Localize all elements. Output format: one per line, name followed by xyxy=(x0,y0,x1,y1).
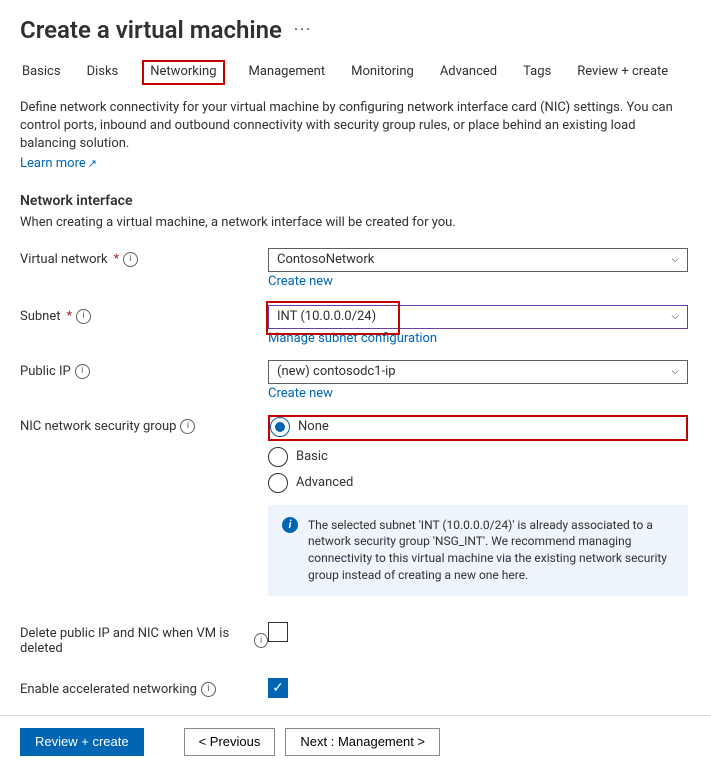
pip-label: Public IP i xyxy=(20,360,268,379)
info-icon[interactable]: i xyxy=(180,419,195,434)
pip-create-new-link[interactable]: Create new xyxy=(268,386,688,401)
info-icon[interactable]: i xyxy=(201,682,216,697)
radio-label: Advanced xyxy=(296,475,353,490)
vnet-label: Virtual network* i xyxy=(20,248,268,267)
info-icon[interactable]: i xyxy=(75,364,90,379)
nsg-radio-basic[interactable]: Basic xyxy=(268,447,688,467)
info-icon[interactable]: i xyxy=(254,633,268,648)
next-button[interactable]: Next : Management > xyxy=(285,728,440,756)
nsg-radio-group: None Basic Advanced xyxy=(268,415,688,493)
vnet-select[interactable]: ContosoNetwork ⌵ xyxy=(268,248,688,272)
radio-icon xyxy=(268,447,288,467)
intro-text: Define network connectivity for your vir… xyxy=(20,99,690,154)
section-title: Network interface xyxy=(20,193,691,209)
info-icon[interactable]: i xyxy=(76,309,91,324)
accel-net-checkbox[interactable]: ✓ xyxy=(268,678,288,698)
learn-more-link[interactable]: Learn more↗ xyxy=(20,156,97,171)
delete-pip-checkbox[interactable] xyxy=(268,622,288,642)
chevron-down-icon: ⌵ xyxy=(671,254,679,265)
chevron-down-icon: ⌵ xyxy=(671,366,679,377)
nsg-label: NIC network security group i xyxy=(20,415,268,434)
subnet-manage-link[interactable]: Manage subnet configuration xyxy=(268,331,688,346)
info-icon[interactable]: i xyxy=(123,252,138,267)
footer-bar: Review + create < Previous Next : Manage… xyxy=(0,715,711,768)
tabs-nav: Basics Disks Networking Management Monit… xyxy=(20,60,691,85)
tab-disks[interactable]: Disks xyxy=(85,60,121,85)
vnet-create-new-link[interactable]: Create new xyxy=(268,274,688,289)
nsg-info-box: i The selected subnet 'INT (10.0.0.0/24)… xyxy=(268,505,688,596)
info-message: The selected subnet 'INT (10.0.0.0/24)' … xyxy=(308,517,674,584)
tab-tags[interactable]: Tags xyxy=(521,60,553,85)
highlight-box: None xyxy=(268,415,688,441)
radio-icon xyxy=(268,473,288,493)
title-text: Create a virtual machine xyxy=(20,16,282,44)
more-actions-icon[interactable]: ··· xyxy=(294,22,312,38)
external-link-icon: ↗ xyxy=(88,157,97,170)
tab-review-create[interactable]: Review + create xyxy=(575,60,670,85)
chevron-down-icon: ⌵ xyxy=(671,311,679,322)
section-subtitle: When creating a virtual machine, a netwo… xyxy=(20,215,691,230)
nsg-radio-advanced[interactable]: Advanced xyxy=(268,473,688,493)
delete-pip-label: Delete public IP and NIC when VM is dele… xyxy=(20,622,268,656)
nsg-radio-none[interactable]: None xyxy=(270,417,329,437)
subnet-select[interactable]: INT (10.0.0.0/24) ⌵ xyxy=(268,305,688,329)
info-icon: i xyxy=(282,517,298,533)
tab-management[interactable]: Management xyxy=(247,60,328,85)
review-create-button[interactable]: Review + create xyxy=(20,728,144,756)
tab-basics[interactable]: Basics xyxy=(20,60,63,85)
pip-value: (new) contosodc1-ip xyxy=(277,364,396,379)
vnet-value: ContosoNetwork xyxy=(277,252,374,267)
pip-select[interactable]: (new) contosodc1-ip ⌵ xyxy=(268,360,688,384)
tab-advanced[interactable]: Advanced xyxy=(438,60,499,85)
subnet-label: Subnet* i xyxy=(20,305,268,324)
subnet-value: INT (10.0.0.0/24) xyxy=(277,309,376,324)
accel-net-label: Enable accelerated networking i xyxy=(20,678,268,697)
previous-button[interactable]: < Previous xyxy=(184,728,276,756)
radio-label: None xyxy=(298,419,329,434)
tab-monitoring[interactable]: Monitoring xyxy=(349,60,416,85)
radio-icon xyxy=(270,417,290,437)
radio-label: Basic xyxy=(296,449,328,464)
tab-networking[interactable]: Networking xyxy=(142,60,224,85)
page-title: Create a virtual machine ··· xyxy=(20,16,691,44)
